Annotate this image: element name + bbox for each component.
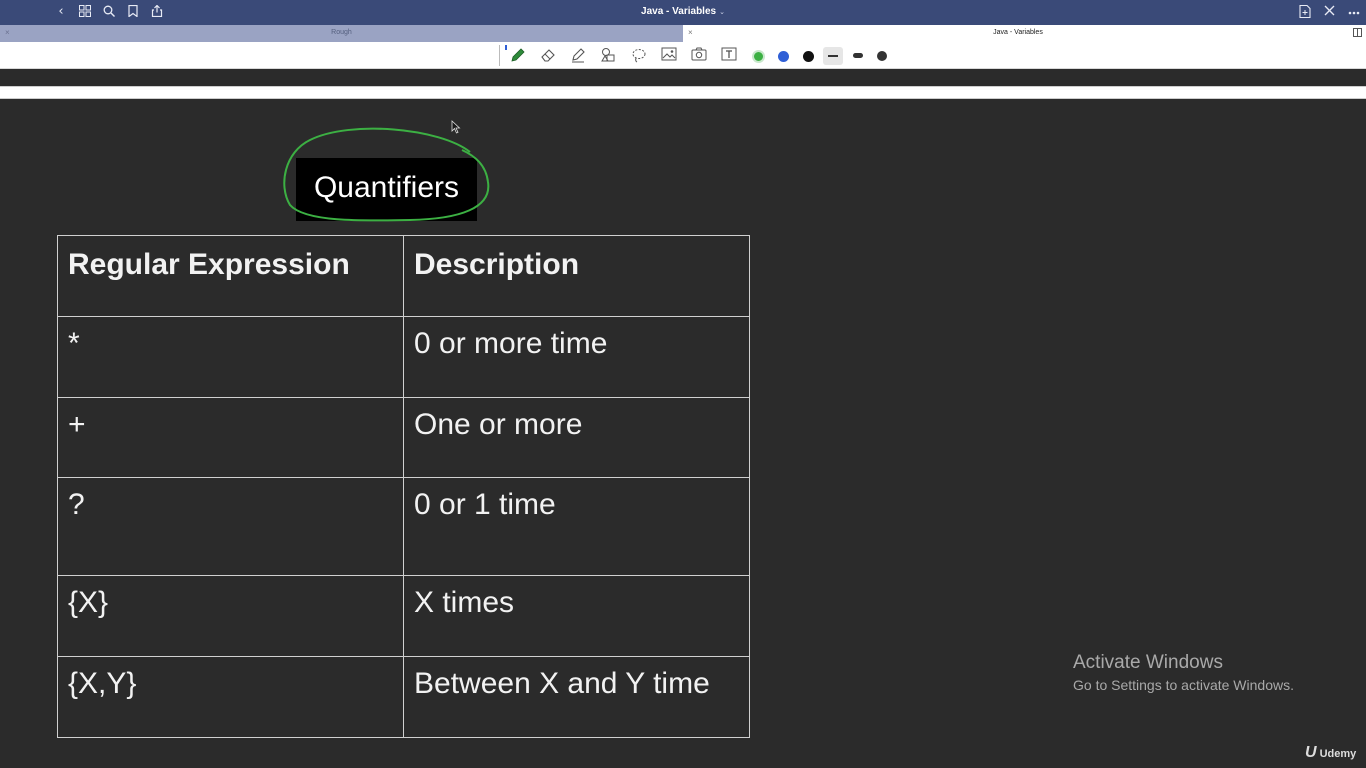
document-title: Java - Variables ⌄ [0,6,1366,17]
activate-windows-watermark: Activate Windows Go to Settings to activ… [1073,652,1294,693]
description-cell: 0 or more time [403,316,750,398]
camera-icon[interactable] [690,47,708,65]
expression-cell: + [57,397,404,478]
expression-cell: ? [57,477,404,576]
page-heading: Quantifiers [313,171,460,204]
description-cell: Between X and Y time [403,656,750,738]
search-icon[interactable] [102,5,116,19]
stroke-thin-icon [828,55,838,57]
image-icon[interactable] [660,47,678,65]
share-icon[interactable] [150,4,164,19]
expression-cell: {X} [57,575,404,657]
table-row: + One or more [57,397,750,478]
table-row: {X} X times [57,575,750,657]
bookmark-icon[interactable] [126,4,140,19]
tab-java-variables[interactable]: × Java - Variables [683,25,1353,42]
toolbar-divider [499,45,500,66]
pen-icon[interactable] [509,47,527,65]
table-header-row: Regular Expression Description [57,235,750,317]
chevron-down-icon[interactable]: ⌄ [719,9,725,16]
page-gap [0,69,1366,85]
table-row: * 0 or more time [57,316,750,398]
stroke-medium-icon[interactable] [853,53,863,58]
header-cell: Description [403,235,750,317]
text-box-icon[interactable] [720,47,738,65]
expression-cell: {X,Y} [57,656,404,738]
color-swatch-black[interactable] [803,51,814,62]
tab-bar: × Rough × Java - Variables [0,25,1366,42]
tab-rough[interactable]: × Rough [0,25,683,42]
expression-cell: * [57,316,404,398]
pen-marker [505,45,507,50]
quantifiers-table: Regular Expression Description * 0 or mo… [57,235,750,738]
description-cell: 0 or 1 time [403,477,750,576]
color-swatch-green[interactable] [752,50,765,63]
back-icon[interactable]: ‹ [54,5,68,19]
shapes-icon[interactable] [599,47,617,65]
udemy-logo: U Udemy [1305,744,1356,762]
description-cell: One or more [403,397,750,478]
close-icon[interactable] [1322,5,1336,19]
document-title-text[interactable]: Java - Variables [641,6,716,17]
watermark-subtitle: Go to Settings to activate Windows. [1073,677,1294,693]
split-view-icon[interactable] [1353,28,1362,37]
more-icon[interactable] [1347,5,1361,19]
table-row: ? 0 or 1 time [57,477,750,576]
new-page-icon[interactable] [1298,4,1312,19]
lasso-icon[interactable] [630,47,648,65]
description-cell: X times [403,575,750,657]
table-row: {X,Y} Between X and Y time [57,656,750,738]
drawing-toolbar [0,42,1366,69]
tab-label: Java - Variables [993,29,1043,36]
color-swatch-blue[interactable] [778,51,789,62]
mouse-cursor-icon [451,120,461,134]
watermark-title: Activate Windows [1073,652,1223,673]
title-bar: ‹ Java - Variables ⌄ [0,0,1366,25]
highlighter-icon[interactable] [569,47,587,65]
header-cell: Regular Expression [57,235,404,317]
eraser-icon[interactable] [539,47,557,65]
previous-page-edge [0,86,1366,99]
udemy-mark-icon: U [1305,744,1317,761]
stroke-thick-icon[interactable] [877,51,887,61]
tab-label: Rough [331,29,352,36]
udemy-wordmark: Udemy [1319,748,1357,760]
grid-icon[interactable] [78,5,92,19]
